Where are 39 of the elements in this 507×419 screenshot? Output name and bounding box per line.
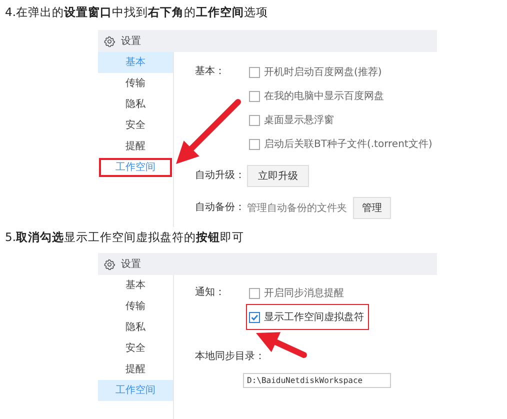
section-label: 自动备份： [195, 201, 246, 215]
checkbox[interactable] [249, 114, 260, 126]
checkbox-option[interactable]: 开启同步消息提醒 [247, 281, 368, 305]
sidebar-item[interactable]: 安全 [98, 338, 173, 359]
arrow [256, 332, 307, 358]
window-title: 设置 [121, 258, 141, 271]
sidebar-item[interactable]: 隐私 [98, 317, 173, 338]
section-label: 基本： [195, 64, 226, 79]
section-label: 通知： [195, 286, 226, 300]
path-field[interactable]: D:\BaiduNetdiskWorkspace [243, 373, 391, 388]
window-title: 设置 [121, 34, 141, 48]
sidebar-item[interactable]: 基本 [98, 275, 173, 296]
checkbox-option[interactable]: 在我的电脑中显示百度网盘 [247, 84, 436, 108]
section-label: 本地同步目录： [195, 350, 265, 364]
manage-button[interactable]: 管理 [353, 197, 391, 219]
checkbox[interactable] [249, 138, 260, 150]
step-heading: 4.在弹出的设置窗口中找到右下角的工作空间选项 [4, 4, 269, 21]
checkbox-option[interactable]: 显示工作空间虚拟盘符 [247, 305, 368, 329]
sidebar-item[interactable]: 传输 [98, 73, 173, 94]
description-text: 管理自动备份的文件夹 [247, 202, 347, 215]
step-heading: 5.取消勾选显示工作空间虚拟盘符的按钮即可 [4, 229, 245, 246]
checkbox-option[interactable]: 开机时启动百度网盘(推荐) [247, 60, 436, 84]
checkmark-icon [250, 312, 259, 322]
checkbox[interactable] [249, 288, 260, 298]
settings-icon [104, 258, 115, 270]
settings-icon [104, 36, 115, 46]
section-label: 自动升级： [195, 168, 246, 183]
sidebar-item[interactable]: 提醒 [98, 359, 173, 380]
checkbox-option[interactable]: 启动后关联BT种子文件(.torrent文件) [247, 132, 436, 156]
sidebar-item[interactable]: 隐私 [98, 94, 173, 115]
arrow [176, 99, 241, 164]
checkbox-option[interactable]: 桌面显示悬浮窗 [247, 108, 436, 132]
sidebar-item[interactable]: 安全 [98, 115, 173, 136]
checkbox[interactable] [249, 312, 260, 322]
checkbox[interactable] [249, 90, 260, 102]
sidebar-item[interactable]: 传输 [98, 296, 173, 317]
upgrade-button[interactable]: 立即升级 [247, 165, 309, 187]
sidebar-item[interactable]: 提醒 [98, 136, 173, 157]
checkbox[interactable] [249, 66, 260, 78]
